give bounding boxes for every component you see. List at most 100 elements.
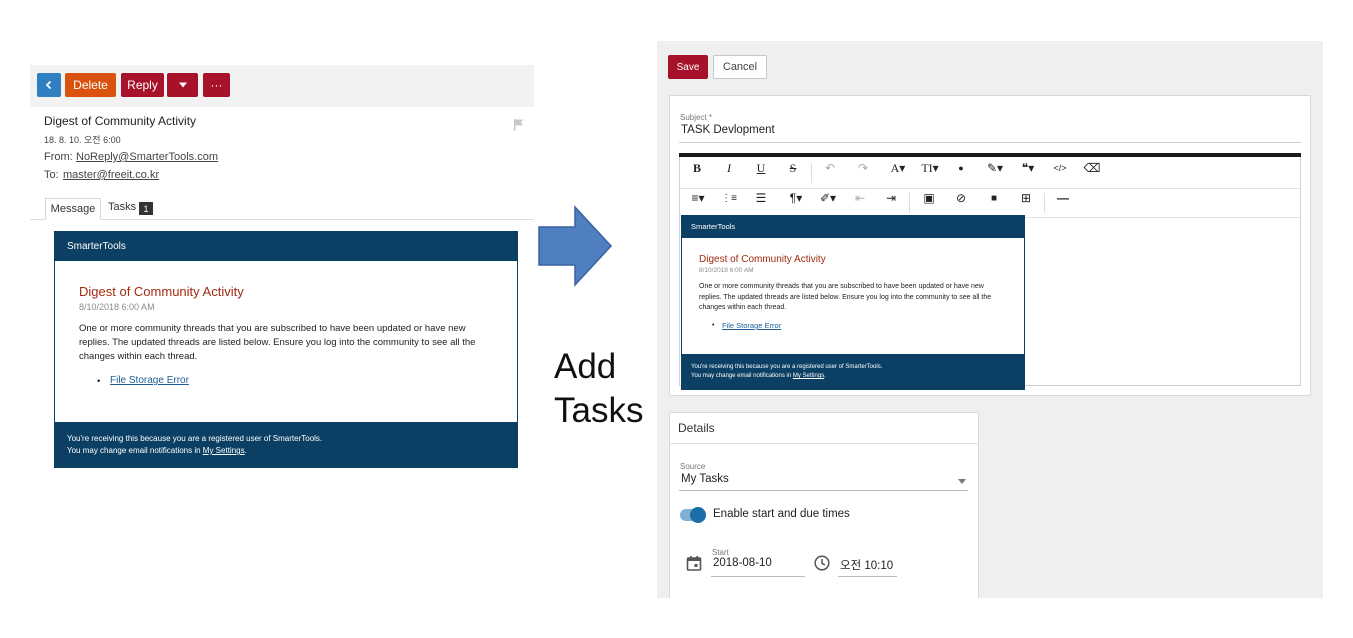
email-date: 8/10/2018 6:00 AM [79, 302, 155, 312]
toggle-knob[interactable] [690, 507, 706, 523]
add-tasks-caption: Add Tasks [554, 347, 644, 430]
italic-button[interactable]: I [720, 158, 738, 178]
bullet: • [97, 376, 101, 387]
highlight-button[interactable]: ● [954, 158, 968, 178]
source-label: Source [680, 462, 706, 471]
toolbar-separator [811, 163, 812, 183]
clear-format-button[interactable]: ⌫ [1082, 158, 1102, 178]
start-label: Start [712, 548, 729, 557]
unordered-list-button[interactable]: ☰ [752, 188, 770, 208]
insert-video-button[interactable]: ■ [985, 188, 1003, 208]
from-label: From: [44, 151, 73, 163]
details-divider [670, 443, 978, 444]
page-bottom [657, 598, 1353, 638]
start-date-input[interactable]: 2018-08-10 [713, 557, 772, 569]
pasted-thread-link[interactable]: File Storage Error [722, 321, 781, 330]
flag-icon[interactable] [513, 118, 524, 136]
email-title: Digest of Community Activity [79, 284, 244, 299]
to-address-link[interactable]: master@freeit.co.kr [63, 169, 159, 181]
toolbar-separator [1044, 193, 1045, 213]
clock-icon[interactable] [814, 555, 830, 576]
align-button[interactable]: ≡▾ [686, 188, 710, 208]
pasted-email-title: Digest of Community Activity [699, 254, 826, 265]
insert-link-button[interactable]: ⊘ [952, 188, 970, 208]
pasted-email-body: One or more community threads that you a… [699, 283, 992, 311]
email-body-text: One or more community threads that you a… [79, 323, 476, 362]
reply-button[interactable]: Reply [121, 73, 164, 97]
editor-toolbar-row-2: ≡▾ ⋮≡ ☰ ¶▾ ✐▾ ⇤ ⇥ ▣ ⊘ ■ ⊞ — [680, 188, 1300, 218]
toolbar-separator [909, 193, 910, 213]
pasted-email-brand: SmarterTools [691, 222, 736, 231]
source-underline [679, 490, 968, 491]
pasted-email-footer: You're receiving this because you are a … [682, 354, 1024, 389]
calendar-icon[interactable] [686, 555, 702, 576]
paint-brush-button[interactable]: ✎▾ [983, 158, 1007, 178]
chevron-left-icon [45, 80, 52, 90]
footer-line-1: You're receiving this because you are a … [691, 364, 883, 370]
my-settings-link[interactable]: My Settings [203, 446, 245, 455]
footer-line-1: You're receiving this because you are a … [67, 434, 323, 443]
mail-subject: Digest of Community Activity [44, 114, 197, 128]
footer-suffix: . [244, 446, 247, 455]
footer-suffix: . [824, 373, 826, 379]
start-date-underline [711, 576, 805, 577]
footer-line-2: You may change email notifications in My… [691, 373, 826, 379]
save-button[interactable]: Save [668, 55, 708, 79]
footer-prefix: You may change email notifications in [67, 446, 203, 455]
paragraph-format-button[interactable]: ¶▾ [784, 188, 808, 208]
quote-button[interactable]: ❝▾ [1016, 158, 1040, 178]
from-address-link[interactable]: NoReply@SmarterTools.com [76, 151, 218, 163]
footer-prefix: You may change email notifications in [691, 373, 793, 379]
font-size-button[interactable]: TI▾ [918, 158, 942, 178]
toggle-label: Enable start and due times [713, 508, 850, 520]
tabs-divider [30, 219, 534, 220]
start-time-input[interactable]: 오전 10:10 [840, 557, 893, 573]
mail-date: 18. 8. 10. 오전 6:00 [44, 135, 121, 145]
cancel-button[interactable]: Cancel [713, 55, 767, 79]
bold-button[interactable]: B [688, 158, 706, 178]
footer-line-2: You may change email notifications in My… [67, 446, 247, 455]
underline-button[interactable]: U [752, 158, 770, 178]
email-brand: SmarterTools [67, 241, 126, 252]
reply-dropdown-button[interactable] [167, 73, 198, 97]
outdent-button[interactable]: ⇤ [851, 188, 869, 208]
ordered-list-button[interactable]: ⋮≡ [720, 188, 738, 208]
redo-button[interactable]: ↷ [854, 158, 872, 178]
start-time-underline [838, 576, 897, 577]
font-color-button[interactable]: A▾ [886, 158, 910, 178]
tab-message[interactable]: Message [45, 198, 101, 220]
bullet: • [712, 322, 715, 329]
editor-toolbar-row-1: B I U S ↶ ↷ A▾ TI▾ ● ✎▾ ❝▾ </> ⌫ [680, 158, 1300, 189]
source-select[interactable]: My Tasks [681, 473, 729, 485]
magic-format-button[interactable]: ✐▾ [816, 188, 840, 208]
subject-label: Subject * [680, 113, 713, 122]
indent-button[interactable]: ⇥ [882, 188, 900, 208]
to-label: To: [44, 169, 59, 181]
email-header-bar: SmarterTools [55, 232, 517, 261]
more-button[interactable]: ··· [203, 73, 230, 97]
pasted-email-card: SmarterTools Digest of Community Activit… [681, 215, 1025, 390]
tasks-count-badge: 1 [139, 202, 153, 215]
caret-down-icon[interactable] [958, 479, 966, 484]
tab-tasks[interactable]: Tasks [108, 201, 136, 213]
caret-down-icon [178, 82, 187, 88]
back-button[interactable] [37, 73, 61, 97]
right-arrow-icon [537, 205, 613, 292]
pasted-email-date: 8/10/2018 6:00 AM [699, 267, 754, 274]
thread-link[interactable]: File Storage Error [110, 375, 189, 386]
insert-image-button[interactable]: ▣ [920, 188, 938, 208]
my-settings-link[interactable]: My Settings [793, 373, 824, 379]
subject-underline [679, 142, 1301, 143]
mail-toolbar: Delete Reply ··· [30, 65, 534, 107]
strikethrough-button[interactable]: S [784, 158, 802, 178]
horizontal-rule-button[interactable]: — [1054, 188, 1072, 208]
pasted-email-header: SmarterTools [682, 216, 1024, 238]
delete-button[interactable]: Delete [65, 73, 116, 97]
code-view-button[interactable]: </> [1050, 158, 1070, 178]
email-footer: You're receiving this because you are a … [55, 422, 517, 467]
undo-button[interactable]: ↶ [821, 158, 839, 178]
details-heading: Details [678, 421, 715, 435]
email-body-card: SmarterTools Digest of Community Activit… [54, 231, 518, 468]
insert-table-button[interactable]: ⊞ [1017, 188, 1035, 208]
subject-input[interactable]: TASK Devlopment [681, 124, 775, 136]
